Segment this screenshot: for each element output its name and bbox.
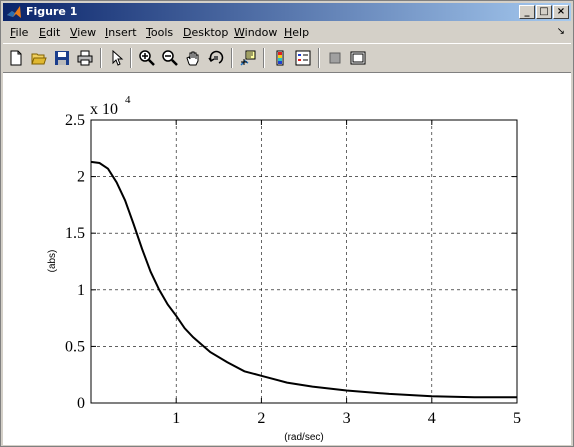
figure-canvas: 1 2 3 4 5 0 0.5 1 1.5 2 2.5 x 10 4 (abs) (rad/sec)	[3, 73, 571, 445]
x-tick-label: 4	[428, 410, 436, 427]
y-exponent-power: 4	[125, 94, 131, 106]
hide-plot-tools-icon	[329, 52, 341, 64]
dock-arrow-icon[interactable]: ↘	[557, 26, 565, 37]
x-tick-label: 1	[172, 410, 180, 427]
y-tick-label: 2.5	[65, 112, 85, 129]
new-figure-button[interactable]	[6, 48, 26, 68]
toolbar-separator	[263, 48, 265, 68]
new-figure-icon	[10, 50, 22, 66]
pan-hand-icon	[186, 51, 199, 66]
menu-insert[interactable]: Insert	[105, 26, 137, 39]
close-icon: ×	[556, 6, 566, 17]
matlab-logo-icon	[7, 6, 21, 18]
toolbar-separator	[231, 48, 233, 68]
y-tick-label: 0.5	[65, 338, 85, 355]
data-cursor-icon	[240, 50, 256, 66]
x-tick-label: 3	[343, 410, 351, 427]
y-axis-label: (abs)	[47, 250, 58, 273]
y-tick-label: 1	[77, 282, 85, 299]
maximize-button[interactable]: □	[536, 5, 552, 19]
tick-labels: 1 2 3 4 5 0 0.5 1 1.5 2 2.5	[65, 112, 521, 427]
y-tick-label: 2	[77, 169, 85, 186]
axis-ticks	[91, 119, 518, 404]
menu-tools[interactable]: Tools	[146, 26, 173, 39]
plot-axes[interactable]: 1 2 3 4 5 0 0.5 1 1.5 2 2.5 x 10 4 (abs) (rad/sec)	[3, 73, 571, 445]
axes-box	[90, 119, 518, 404]
menu-edit[interactable]: Edit	[39, 26, 60, 39]
legend-icon	[295, 50, 311, 66]
show-plot-tools-icon	[350, 51, 366, 65]
colorbar-icon	[276, 50, 284, 66]
print-icon	[77, 50, 93, 66]
x-axis-label: (rad/sec)	[284, 432, 323, 443]
open-file-icon	[31, 53, 47, 65]
menu-desktop[interactable]: Desktop	[183, 26, 228, 39]
close-button[interactable]: ×	[553, 5, 569, 19]
menu-help[interactable]: Help	[284, 26, 309, 39]
menu-window[interactable]: Window	[234, 26, 277, 39]
print-button[interactable]	[75, 48, 95, 68]
zoom-out-icon	[162, 50, 178, 66]
toolbar-separator	[100, 48, 102, 68]
data-cursor-button[interactable]	[238, 48, 258, 68]
rotate-3d-button[interactable]	[206, 48, 226, 68]
series-line	[90, 160, 517, 399]
grid-lines	[91, 120, 517, 403]
x-tick-label: 2	[257, 410, 265, 427]
save-button[interactable]	[52, 48, 72, 68]
zoom-out-button[interactable]	[160, 48, 180, 68]
x-tick-label: 5	[513, 410, 521, 427]
pan-button[interactable]	[183, 48, 203, 68]
title-bar[interactable]: Figure 1 _ □ ×	[3, 3, 571, 21]
insert-legend-button[interactable]	[293, 48, 313, 68]
window-title: Figure 1	[26, 5, 78, 18]
maximize-icon: □	[539, 6, 549, 17]
insert-colorbar-button[interactable]	[270, 48, 290, 68]
rotate-3d-icon	[208, 50, 224, 64]
y-tick-label: 0	[77, 395, 85, 412]
menu-view[interactable]: View	[70, 26, 96, 39]
hide-plot-tools-button[interactable]	[325, 48, 345, 68]
toolbar-separator	[130, 48, 132, 68]
show-plot-tools-button[interactable]	[348, 48, 368, 68]
zoom-in-button[interactable]	[137, 48, 157, 68]
save-icon	[55, 51, 69, 65]
open-file-button[interactable]	[29, 48, 49, 68]
minimize-button[interactable]: _	[519, 5, 535, 19]
toolbar-separator	[318, 48, 320, 68]
select-button[interactable]	[107, 48, 127, 68]
zoom-in-icon	[139, 50, 155, 66]
y-exponent-label: x 10	[90, 101, 118, 118]
minimize-icon: _	[524, 6, 530, 17]
figure-window: Figure 1 _ □ × File Edit View Insert Too…	[0, 0, 574, 447]
figure-toolbar	[3, 43, 571, 73]
menu-file[interactable]: File	[10, 26, 28, 39]
y-tick-label: 1.5	[65, 225, 85, 242]
select-arrow-icon	[112, 50, 124, 66]
menu-bar: File Edit View Insert Tools Desktop Wind…	[3, 23, 571, 42]
